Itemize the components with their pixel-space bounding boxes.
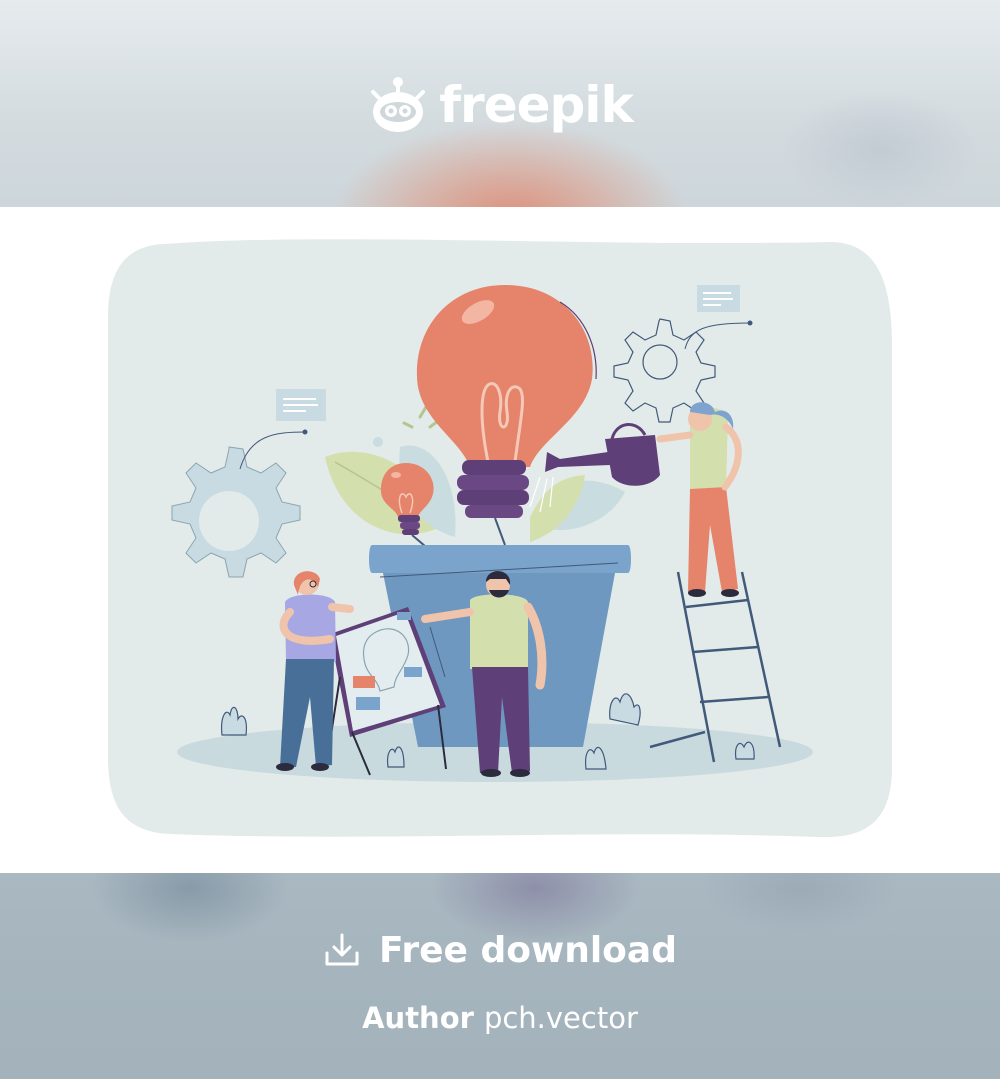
header-banner: freepik bbox=[0, 0, 1000, 207]
freepik-logo[interactable]: freepik bbox=[0, 70, 1000, 140]
brand-name: freepik bbox=[439, 76, 633, 134]
idea-growing-illustration bbox=[108, 239, 892, 838]
free-download-button[interactable]: Free download bbox=[0, 928, 1000, 972]
illustration-area bbox=[0, 207, 1000, 873]
author-name-link[interactable]: pch.vector bbox=[484, 1001, 638, 1035]
footer-blur bbox=[700, 873, 900, 933]
author-credit: Author pch.vector bbox=[0, 998, 1000, 1038]
freepik-mascot-icon bbox=[371, 77, 426, 132]
download-label: Free download bbox=[379, 929, 677, 971]
download-icon bbox=[325, 933, 359, 966]
author-key: Author bbox=[362, 1001, 474, 1035]
footer-bar: Free download Author pch.vector bbox=[0, 873, 1000, 1079]
